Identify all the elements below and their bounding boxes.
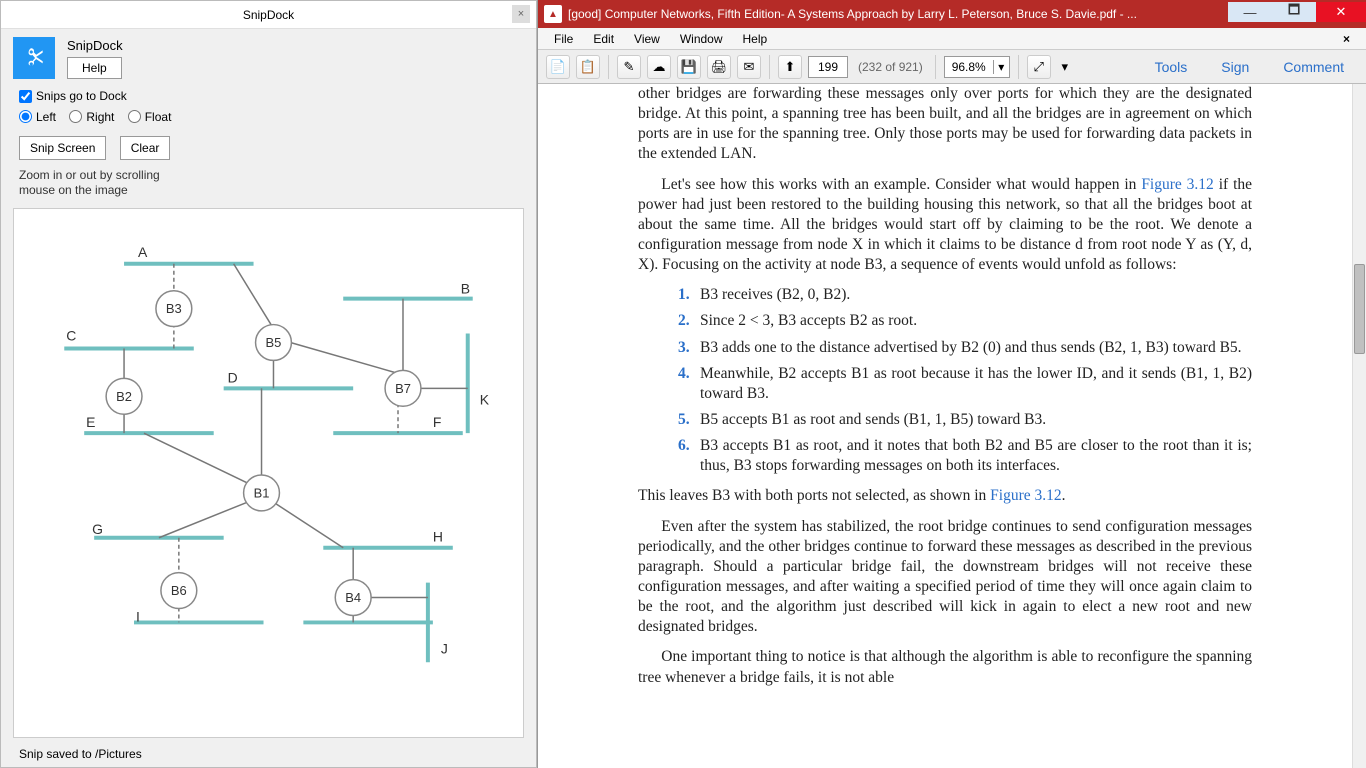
page-number-input[interactable] (808, 56, 848, 78)
menu-close-icon[interactable]: × (1333, 32, 1360, 46)
pdf-reader-window: ▲ [good] Computer Networks, Fifth Editio… (537, 0, 1366, 768)
svg-text:G: G (92, 521, 103, 537)
svg-text:H: H (433, 529, 443, 545)
svg-text:C: C (66, 328, 76, 344)
list-item: 3.B3 adds one to the distance advertised… (678, 338, 1252, 358)
cloud-icon[interactable]: ☁ (647, 55, 671, 79)
svg-text:I: I (136, 608, 140, 624)
email-icon[interactable]: ✉ (737, 55, 761, 79)
zoom-hint: Zoom in or out by scrolling mouse on the… (1, 164, 536, 204)
snipdock-app-name: SnipDock (67, 38, 123, 53)
menu-window[interactable]: Window (670, 32, 733, 46)
figure-link[interactable]: Figure 3.12 (990, 487, 1061, 504)
page-up-icon[interactable]: ⬆ (778, 55, 802, 79)
pdf-page-content: other bridges are forwarding these messa… (538, 84, 1352, 768)
vertical-scrollbar[interactable] (1352, 84, 1366, 768)
close-button[interactable]: ✕ (1316, 2, 1366, 22)
minimize-button[interactable]: — (1228, 2, 1272, 22)
snipdock-options: Snips go to Dock Left Right Float (1, 87, 536, 132)
svg-text:B6: B6 (171, 583, 187, 598)
sign-button[interactable]: Sign (1207, 59, 1263, 75)
zoom-control[interactable]: ▾ (944, 56, 1010, 78)
svg-text:K: K (480, 391, 490, 407)
pdf-app-icon: ▲ (544, 5, 562, 23)
snipdock-logo-icon (13, 37, 55, 79)
svg-text:B5: B5 (266, 335, 282, 350)
snipdock-close-button[interactable]: × (512, 5, 530, 23)
network-diagram: B3 B5 B7 B2 B1 B6 B4 A B C D K E F G H I… (14, 209, 523, 737)
svg-text:D: D (228, 369, 238, 385)
menu-edit[interactable]: Edit (583, 32, 624, 46)
scrollbar-thumb[interactable] (1354, 264, 1365, 354)
list-item: 4.Meanwhile, B2 accepts B1 as root becau… (678, 364, 1252, 404)
print-icon[interactable]: 🖨 (707, 55, 731, 79)
dock-right-radio[interactable]: Right (69, 110, 114, 124)
svg-text:F: F (433, 414, 442, 430)
menu-file[interactable]: File (544, 32, 583, 46)
svg-text:B2: B2 (116, 389, 132, 404)
paragraph-4: Even after the system has stabilized, th… (638, 517, 1252, 638)
pdf-toolbar: 📄 📋 ✎ ☁ 💾 🖨 ✉ ⬆ (232 of 921) ▾ ⤢ ▾ Tools… (538, 50, 1366, 84)
dock-left-radio[interactable]: Left (19, 110, 56, 124)
list-item: 5.B5 accepts B1 as root and sends (B1, 1… (678, 410, 1252, 430)
fit-icon[interactable]: ⤢ (1027, 55, 1051, 79)
pdf-titlebar[interactable]: ▲ [good] Computer Networks, Fifth Editio… (538, 0, 1366, 28)
save-icon[interactable]: 💾 (677, 55, 701, 79)
snipdock-title: SnipDock (243, 8, 294, 22)
snipdock-buttons: Snip Screen Clear (1, 132, 536, 164)
clear-button[interactable]: Clear (120, 136, 171, 160)
snipdock-titlebar[interactable]: SnipDock × (1, 1, 536, 29)
paragraph-5: One important thing to notice is that al… (638, 647, 1252, 687)
zoom-input[interactable] (945, 60, 993, 74)
menu-view[interactable]: View (624, 32, 670, 46)
svg-text:B1: B1 (254, 485, 270, 500)
page-count: (232 of 921) (854, 60, 927, 74)
svg-text:B3: B3 (166, 301, 182, 316)
comment-button[interactable]: Comment (1269, 59, 1358, 75)
snipdock-header: SnipDock Help (1, 29, 536, 87)
snipdock-window: SnipDock × SnipDock Help Snips go to Doc… (0, 0, 537, 768)
help-button[interactable]: Help (67, 57, 122, 79)
list-item: 6.B3 accepts B1 as root, and it notes th… (678, 436, 1252, 476)
edit-icon[interactable]: ✎ (617, 55, 641, 79)
snip-canvas[interactable]: B3 B5 B7 B2 B1 B6 B4 A B C D K E F G H I… (13, 208, 524, 738)
pdf-menubar: File Edit View Window Help × (538, 28, 1366, 50)
svg-text:E: E (86, 414, 95, 430)
svg-text:J: J (441, 640, 448, 656)
maximize-button[interactable]: 🗖 (1272, 2, 1316, 22)
steps-list: 1.B3 receives (B2, 0, B2). 2.Since 2 < 3… (678, 285, 1252, 476)
pdf-viewport[interactable]: other bridges are forwarding these messa… (538, 84, 1352, 768)
snips-to-dock-checkbox[interactable]: Snips go to Dock (19, 89, 127, 103)
snip-screen-button[interactable]: Snip Screen (19, 136, 106, 160)
svg-text:B7: B7 (395, 381, 411, 396)
open-icon[interactable]: 📄 (546, 55, 570, 79)
dock-float-radio[interactable]: Float (128, 110, 172, 124)
create-pdf-icon[interactable]: 📋 (576, 55, 600, 79)
status-text: Snip saved to /Pictures (19, 747, 142, 761)
svg-text:B: B (461, 281, 470, 297)
svg-text:A: A (138, 244, 148, 260)
paragraph-1: other bridges are forwarding these messa… (638, 84, 1252, 165)
more-icon[interactable]: ▾ (1057, 55, 1073, 79)
tools-button[interactable]: Tools (1141, 59, 1202, 75)
list-item: 1.B3 receives (B2, 0, B2). (678, 285, 1252, 305)
menu-help[interactable]: Help (733, 32, 778, 46)
zoom-dropdown-icon[interactable]: ▾ (993, 60, 1009, 74)
paragraph-2: Let's see how this works with an example… (638, 175, 1252, 276)
svg-text:B4: B4 (345, 590, 361, 605)
list-item: 2.Since 2 < 3, B3 accepts B2 as root. (678, 311, 1252, 331)
figure-link[interactable]: Figure 3.12 (1141, 176, 1214, 193)
paragraph-3: This leaves B3 with both ports not selec… (638, 486, 1252, 506)
pdf-title: [good] Computer Networks, Fifth Edition-… (568, 7, 1137, 21)
